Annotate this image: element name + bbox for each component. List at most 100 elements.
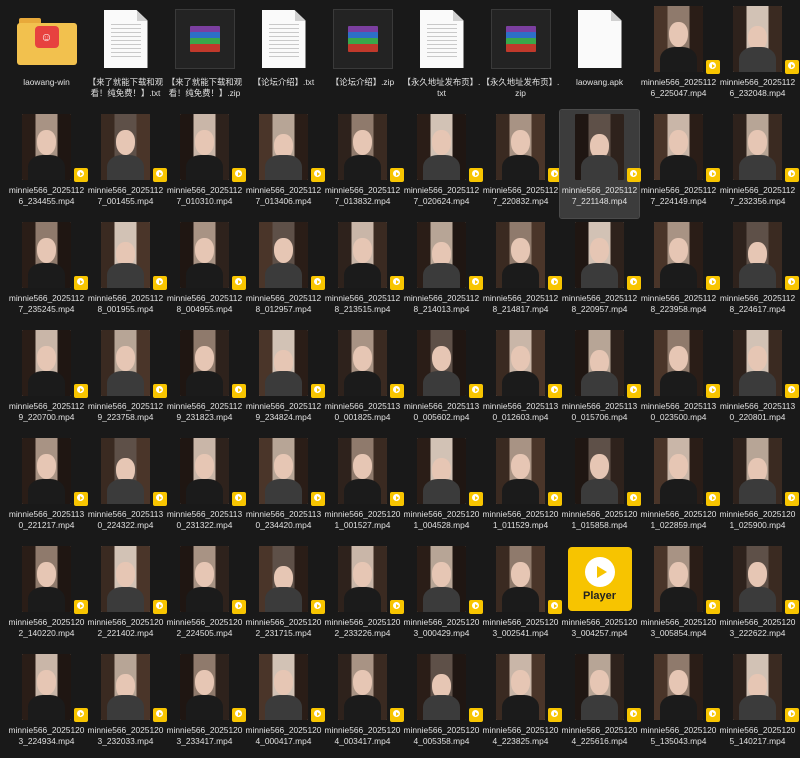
file-icon-wrap	[485, 546, 562, 614]
file-item[interactable]: 【永久地址发布页】.txt	[402, 2, 481, 110]
file-item[interactable]: minnie566_20251203_224934.mp4	[7, 650, 88, 758]
file-item[interactable]: minnie566_20251201_022859.mp4	[639, 434, 720, 542]
file-name: minnie566_20251130_231322.mp4	[166, 509, 243, 530]
file-item[interactable]: minnie566_20251126_232048.mp4	[718, 2, 799, 110]
file-item[interactable]: minnie566_20251130_023500.mp4	[639, 326, 720, 434]
file-icon-wrap	[327, 6, 399, 72]
file-icon-wrap	[11, 222, 88, 290]
file-item[interactable]: ☺ laowang-win	[7, 2, 86, 110]
file-item[interactable]: minnie566_20251130_012603.mp4	[481, 326, 562, 434]
file-name: minnie566_20251202_224505.mp4	[166, 617, 243, 638]
file-item[interactable]: minnie566_20251127_013832.mp4	[323, 110, 404, 218]
file-item[interactable]: minnie566_20251204_223825.mp4	[481, 650, 562, 758]
thumbnail-face	[668, 561, 689, 587]
video-thumbnail	[733, 654, 782, 720]
file-item[interactable]: minnie566_20251204_225616.mp4	[560, 650, 641, 758]
file-item[interactable]: minnie566_20251203_002541.mp4	[481, 542, 562, 650]
file-item[interactable]: minnie566_20251127_010310.mp4	[165, 110, 246, 218]
file-item[interactable]: minnie566_20251201_004528.mp4	[402, 434, 483, 542]
file-item[interactable]: minnie566_20251130_231322.mp4	[165, 434, 246, 542]
file-item[interactable]: minnie566_20251126_225047.mp4	[639, 2, 720, 110]
file-item[interactable]: minnie566_20251202_231715.mp4	[244, 542, 325, 650]
file-item[interactable]: minnie566_20251201_025900.mp4	[718, 434, 799, 542]
file-item[interactable]: minnie566_20251204_005358.mp4	[402, 650, 483, 758]
file-item[interactable]: minnie566_20251204_003417.mp4	[323, 650, 404, 758]
file-item[interactable]: minnie566_20251130_221217.mp4	[7, 434, 88, 542]
file-item[interactable]: minnie566_20251128_214013.mp4	[402, 218, 483, 326]
file-item[interactable]: minnie566_20251129_231823.mp4	[165, 326, 246, 434]
file-item[interactable]: Player minnie566_20251203_004257.mp4	[560, 542, 639, 650]
thumbnail-body	[185, 154, 224, 180]
file-name: minnie566_20251202_140220.mp4	[8, 617, 85, 638]
video-thumbnail	[101, 114, 150, 180]
file-item[interactable]: minnie566_20251128_001955.mp4	[86, 218, 167, 326]
file-name: minnie566_20251127_013832.mp4	[324, 185, 401, 206]
file-item[interactable]: minnie566_20251203_222622.mp4	[718, 542, 799, 650]
file-item[interactable]: minnie566_20251128_223958.mp4	[639, 218, 720, 326]
file-item[interactable]: minnie566_20251201_011529.mp4	[481, 434, 562, 542]
thumbnail-face	[194, 345, 215, 371]
file-item[interactable]: minnie566_20251127_020624.mp4	[402, 110, 483, 218]
file-item[interactable]: minnie566_20251127_220832.mp4	[481, 110, 562, 218]
thumbnail-face	[36, 129, 57, 155]
file-icon-wrap	[722, 438, 799, 506]
file-item[interactable]: minnie566_20251127_221148.mp4	[559, 109, 641, 219]
file-item[interactable]: minnie566_20251204_000417.mp4	[244, 650, 325, 758]
file-item[interactable]: minnie566_20251126_234455.mp4	[7, 110, 88, 218]
file-item[interactable]: minnie566_20251202_221402.mp4	[86, 542, 167, 650]
file-name: minnie566_20251130_001825.mp4	[324, 401, 401, 422]
file-name: minnie566_20251128_213515.mp4	[324, 293, 401, 314]
file-item[interactable]: minnie566_20251129_220700.mp4	[7, 326, 88, 434]
file-item[interactable]: minnie566_20251130_005602.mp4	[402, 326, 483, 434]
file-item[interactable]: minnie566_20251205_140217.mp4	[718, 650, 799, 758]
file-item[interactable]: minnie566_20251130_001825.mp4	[323, 326, 404, 434]
file-item[interactable]: minnie566_20251130_220801.mp4	[718, 326, 799, 434]
file-name: 【来了就能下载和观看！纯免费！】.zip	[166, 77, 243, 98]
file-icon-wrap	[564, 438, 641, 506]
file-item[interactable]: 【论坛介绍】.txt	[244, 2, 323, 110]
video-thumbnail	[22, 114, 71, 180]
thumbnail-body	[27, 478, 66, 504]
file-item[interactable]: minnie566_20251129_234824.mp4	[244, 326, 325, 434]
file-item[interactable]: minnie566_20251129_223758.mp4	[86, 326, 167, 434]
thumbnail-face	[352, 345, 373, 371]
file-item[interactable]: minnie566_20251130_015706.mp4	[560, 326, 641, 434]
file-item[interactable]: 【永久地址发布页】.zip	[481, 2, 560, 110]
file-item[interactable]: minnie566_20251128_213515.mp4	[323, 218, 404, 326]
file-item[interactable]: minnie566_20251201_015858.mp4	[560, 434, 641, 542]
thumbnail-body	[659, 154, 698, 180]
file-item[interactable]: minnie566_20251202_140220.mp4	[7, 542, 88, 650]
file-item[interactable]: minnie566_20251128_004955.mp4	[165, 218, 246, 326]
file-icon-wrap	[643, 654, 720, 722]
file-item[interactable]: minnie566_20251128_012957.mp4	[244, 218, 325, 326]
file-item[interactable]: minnie566_20251202_233226.mp4	[323, 542, 404, 650]
file-item[interactable]: minnie566_20251128_214817.mp4	[481, 218, 562, 326]
video-thumbnail	[259, 114, 308, 180]
file-item[interactable]: 【论坛介绍】.zip	[323, 2, 402, 110]
video-thumbnail	[733, 114, 782, 180]
file-item[interactable]: laowang.apk	[560, 2, 639, 110]
thumbnail-face	[115, 345, 136, 371]
file-item[interactable]: minnie566_20251205_135043.mp4	[639, 650, 720, 758]
text-lines	[268, 24, 299, 60]
file-item[interactable]: minnie566_20251128_224617.mp4	[718, 218, 799, 326]
file-item[interactable]: minnie566_20251203_000429.mp4	[402, 542, 483, 650]
file-item[interactable]: minnie566_20251201_001527.mp4	[323, 434, 404, 542]
file-item[interactable]: minnie566_20251127_013406.mp4	[244, 110, 325, 218]
file-item[interactable]: minnie566_20251130_234420.mp4	[244, 434, 325, 542]
file-item[interactable]: minnie566_20251203_233417.mp4	[165, 650, 246, 758]
file-item[interactable]: minnie566_20251127_224149.mp4	[639, 110, 720, 218]
file-item[interactable]: minnie566_20251127_001455.mp4	[86, 110, 167, 218]
file-item[interactable]: minnie566_20251130_224322.mp4	[86, 434, 167, 542]
file-icon-wrap	[643, 6, 720, 74]
file-item[interactable]: minnie566_20251203_232033.mp4	[86, 650, 167, 758]
file-item[interactable]: minnie566_20251127_235245.mp4	[7, 218, 88, 326]
file-item[interactable]: minnie566_20251202_224505.mp4	[165, 542, 246, 650]
winrar-books	[347, 26, 378, 52]
page-fold	[136, 10, 148, 21]
file-item[interactable]: minnie566_20251203_005854.mp4	[639, 542, 720, 650]
file-item[interactable]: minnie566_20251127_232356.mp4	[718, 110, 799, 218]
file-item[interactable]: 【来了就能下载和观看！纯免费！】.zip	[165, 2, 244, 110]
file-item[interactable]: minnie566_20251128_220957.mp4	[560, 218, 641, 326]
file-item[interactable]: 【来了就能下载和观看！纯免费！】.txt	[86, 2, 165, 110]
